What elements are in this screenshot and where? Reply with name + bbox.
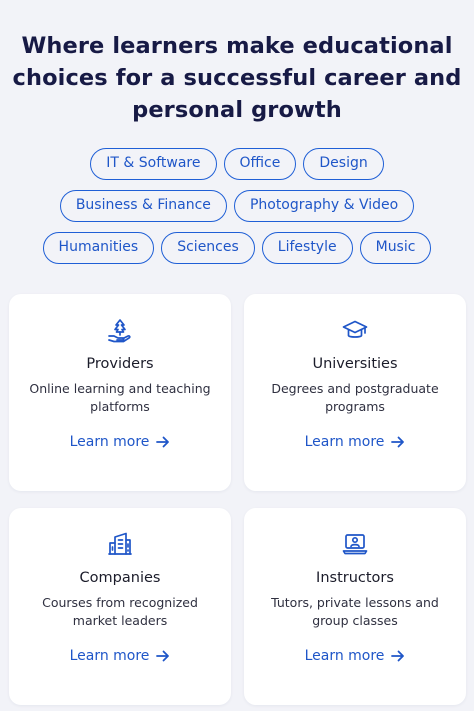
building-icon [9, 530, 231, 558]
card-instructors[interactable]: Instructors Tutors, private lessons and … [244, 508, 466, 705]
category-tags: IT & Software Office Design Business & F… [0, 148, 474, 274]
arrow-right-icon [156, 436, 170, 448]
card-title: Companies [79, 570, 161, 586]
card-title: Instructors [316, 570, 394, 586]
card-description: Courses from recognized market leaders [25, 594, 215, 630]
tag-photography-video[interactable]: Photography & Video [233, 190, 415, 222]
card-description-line-2: market leaders [72, 613, 168, 628]
tag-humanities[interactable]: Humanities [42, 232, 155, 264]
card-title: Universities [312, 356, 398, 372]
learn-more-link[interactable]: Learn more [9, 648, 231, 664]
card-providers[interactable]: Providers Online learning and teaching p… [9, 294, 231, 491]
arrow-right-icon [156, 650, 170, 662]
page: Where learners make educational choices … [0, 0, 474, 711]
graduation-cap-icon [244, 316, 466, 344]
hand-plant-icon [9, 316, 231, 344]
learn-more-label: Learn more [69, 434, 150, 450]
learn-more-label: Learn more [304, 434, 385, 450]
tag-row-2: Business & Finance Photography & Video [0, 190, 474, 222]
card-description: Online learning and teaching platforms [25, 380, 215, 416]
card-description: Degrees and postgraduate programs [260, 380, 450, 416]
tag-sciences[interactable]: Sciences [161, 232, 255, 264]
tag-row-1: IT & Software Office Design [0, 148, 474, 180]
tag-row-3: Humanities Sciences Lifestyle Music [0, 232, 474, 264]
card-description-line-2: group classes [312, 613, 398, 628]
card-description: Tutors, private lessons and group classe… [260, 594, 450, 630]
headline-line-1: Where learners make educational [21, 33, 453, 59]
card-companies[interactable]: Companies Courses from recognized market… [9, 508, 231, 705]
tag-music[interactable]: Music [359, 232, 432, 264]
learn-more-link[interactable]: Learn more [244, 648, 466, 664]
card-description-line-1: Courses from recognized [42, 595, 198, 610]
learn-more-link[interactable]: Learn more [244, 434, 466, 450]
card-description-line-1: Tutors, private lessons and [271, 595, 439, 610]
tag-design[interactable]: Design [303, 148, 384, 180]
tag-it-software[interactable]: IT & Software [90, 148, 217, 180]
tag-business-finance[interactable]: Business & Finance [59, 190, 227, 222]
arrow-right-icon [391, 436, 405, 448]
page-headline: Where learners make educational choices … [0, 30, 474, 126]
card-description-line-1: Online learning and teaching [29, 381, 211, 396]
card-description-line-2: programs [325, 399, 385, 414]
learn-more-label: Learn more [304, 648, 385, 664]
headline-line-3: personal growth [132, 97, 342, 123]
card-description-line-2: platforms [90, 399, 150, 414]
instructor-laptop-icon [244, 530, 466, 558]
arrow-right-icon [391, 650, 405, 662]
headline-line-2: choices for a successful career and [12, 65, 462, 91]
card-universities[interactable]: Universities Degrees and postgraduate pr… [244, 294, 466, 491]
learn-more-label: Learn more [69, 648, 150, 664]
tag-lifestyle[interactable]: Lifestyle [261, 232, 353, 264]
tag-office[interactable]: Office [223, 148, 297, 180]
learn-more-link[interactable]: Learn more [9, 434, 231, 450]
card-description-line-1: Degrees and postgraduate [271, 381, 439, 396]
card-title: Providers [86, 356, 154, 372]
